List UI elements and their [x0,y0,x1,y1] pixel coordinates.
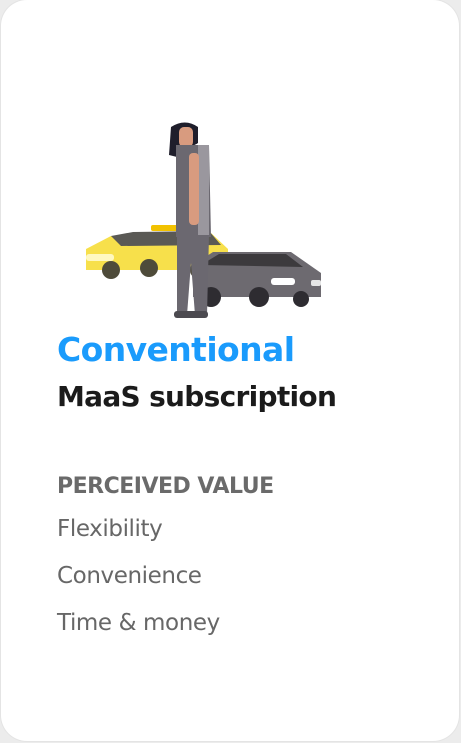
grey-car-icon [193,252,321,307]
value-item-convenience: Convenience [57,563,202,589]
perceived-value-heading: PERCEIVED VALUE [57,474,274,499]
plan-title: Conventional [57,330,295,369]
subscription-card: Conventional MaaS subscription PERCEIVED… [1,0,459,741]
plan-subtitle: MaaS subscription [57,380,337,413]
perceived-value-list: Flexibility Convenience Time & money [57,510,220,651]
person-illustration [169,122,211,318]
mobility-illustration [81,115,326,325]
value-item-flexibility: Flexibility [57,516,163,542]
value-item-time-money: Time & money [57,610,220,636]
